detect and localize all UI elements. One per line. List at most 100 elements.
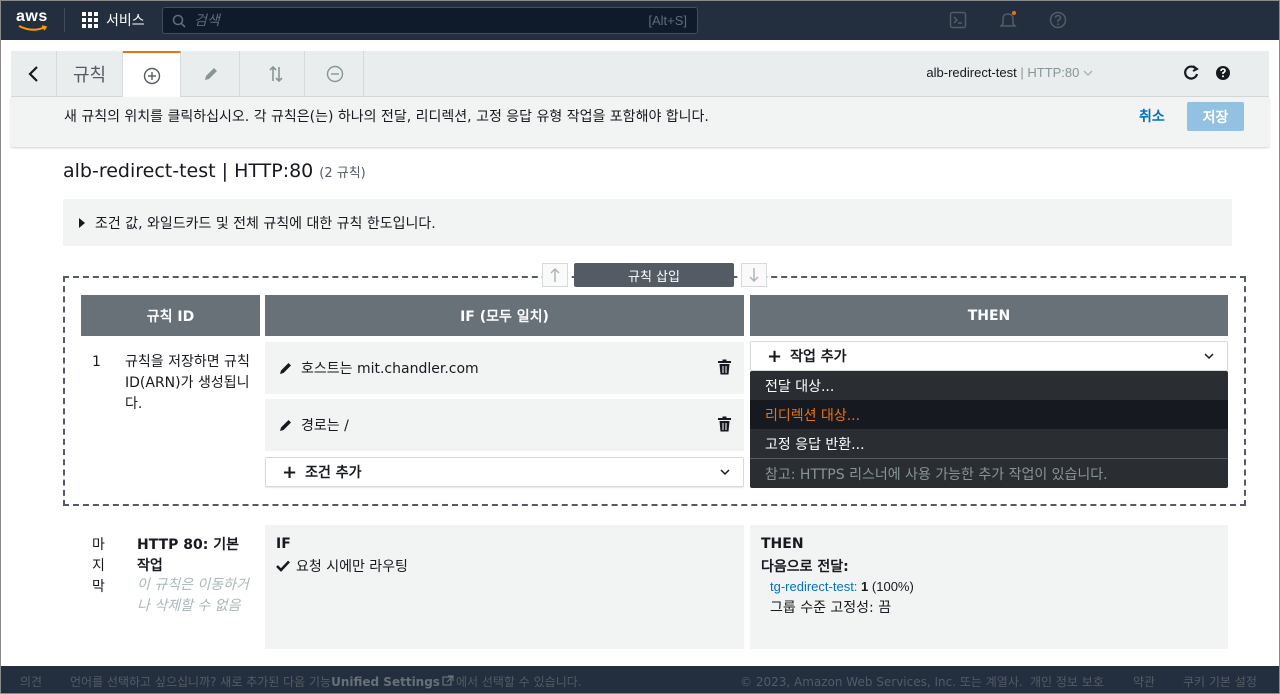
tab-reorder-rules[interactable] <box>247 51 305 97</box>
search-shortcut: [Alt+S] <box>648 13 687 28</box>
add-action-label: 작업 추가 <box>790 349 847 365</box>
rules-toolbar: 규칙 alb-redirect-test | HTTP:80 <box>11 51 1269 98</box>
listener-selector[interactable]: alb-redirect-test | HTTP:80 <box>926 65 1093 80</box>
listener-port: HTTP:80 <box>1027 65 1080 80</box>
cookie-preferences-link[interactable]: 쿠키 기본 설정 <box>1183 673 1257 690</box>
page-title: alb-redirect-test | HTTP:80 (2 규칙) <box>63 160 366 182</box>
language-notice: 언어를 선택하고 싶으십니까? 새로 추가된 다음 기능Unified Sett… <box>70 673 582 690</box>
back-button[interactable] <box>11 51 57 97</box>
routing-condition: 요청 시에만 라우팅 <box>276 556 408 576</box>
copyright-text: © 2023, Amazon Web Services, Inc. 또는 계열사… <box>740 675 1023 689</box>
search-input[interactable] <box>186 12 649 29</box>
add-condition-button[interactable]: + 조건 추가 <box>265 457 744 487</box>
condition-host[interactable]: 호스트는 mit.chandler.com <box>265 342 744 394</box>
add-condition-label: 조건 추가 <box>305 465 362 481</box>
if-header: IF <box>276 536 291 552</box>
rule-limits-expander[interactable]: 조건 값, 와일드카드 및 전체 규칙에 대한 규칙 한도입니다. <box>63 199 1232 246</box>
nav-icon-group <box>944 10 1072 30</box>
unified-settings-link[interactable]: Unified Settings <box>331 675 440 689</box>
add-icon <box>143 67 160 84</box>
cancel-button[interactable]: 취소 <box>1139 106 1165 126</box>
trash-icon[interactable] <box>717 359 732 375</box>
condition-host-text: 호스트는 mit.chandler.com <box>301 361 479 377</box>
menu-item-fixed-response[interactable]: 고정 응답 반환... <box>750 429 1228 458</box>
arrow-up-icon <box>550 267 560 282</box>
search-box[interactable]: [Alt+S] <box>162 7 698 34</box>
forward-label: 다음으로 전달: <box>761 559 849 575</box>
edit-icon[interactable] <box>279 361 293 375</box>
target-weight: 1 <box>861 579 869 594</box>
new-rule-id: 1 <box>92 354 101 370</box>
bell-icon[interactable] <box>994 10 1022 30</box>
chevron-down-icon <box>1204 353 1214 360</box>
language-prompt: 언어를 선택하고 싶으십니까? 새로 추가된 다음 기능 <box>70 675 332 689</box>
terms-link[interactable]: 약관 <box>1133 673 1155 690</box>
grid-icon <box>82 12 98 28</box>
help-circle-icon[interactable] <box>1213 63 1233 83</box>
tab-add-rule[interactable] <box>123 51 181 98</box>
listener-separator: | <box>1020 65 1024 80</box>
target-percent: (100%) <box>871 579 914 594</box>
menu-item-redirect[interactable]: 리디렉션 대상... <box>750 400 1228 429</box>
listener-name: alb-redirect-test <box>926 65 1017 80</box>
plus-icon: + <box>282 461 298 483</box>
aws-logo[interactable]: aws <box>16 6 52 34</box>
rule-count: (2 규칙) <box>319 166 366 181</box>
instruction-bar: 새 규칙의 위치를 클릭하십시오. 각 규칙은(는) 하나의 전달, 리디렉션,… <box>11 97 1269 147</box>
top-navigation: aws 서비스 [Alt+S] <box>0 0 1280 40</box>
default-rule-title: HTTP 80: 기본 작업 <box>137 537 239 574</box>
chevron-down-icon <box>1083 70 1093 76</box>
page-footer: 의견 언어를 선택하고 싶으십니까? 새로 추가된 다음 기능Unified S… <box>0 666 1280 694</box>
insert-below-button[interactable] <box>741 263 767 287</box>
action-dropdown-menu: 전달 대상... 리디렉션 대상... 고정 응답 반환... 참고: HTTP… <box>750 371 1228 488</box>
trash-icon[interactable] <box>717 416 732 432</box>
feedback-link[interactable]: 의견 <box>20 673 42 690</box>
then-header: THEN <box>761 536 804 552</box>
condition-path-text: 경로는 / <box>301 418 349 434</box>
target-group-link[interactable]: tg-redirect-test: <box>770 579 857 594</box>
column-header-rule-id: 규칙 ID <box>81 295 260 336</box>
edit-icon <box>204 68 217 80</box>
menu-note: 참고: HTTPS 리스너에 사용 가능한 추가 작업이 있습니다. <box>765 466 1108 483</box>
cloudshell-icon[interactable] <box>944 10 972 30</box>
menu-item-forward[interactable]: 전달 대상... <box>750 371 1228 400</box>
privacy-link[interactable]: 개인 정보 보호 <box>1030 673 1104 690</box>
refresh-icon[interactable] <box>1181 63 1201 83</box>
help-icon[interactable] <box>1044 10 1072 30</box>
delete-icon <box>326 65 343 83</box>
tab-edit-rules[interactable] <box>182 51 240 97</box>
default-rule-note: 이 규칙은 이동하거나 삭제할 수 없음 <box>137 577 249 614</box>
caret-right-icon <box>79 217 85 228</box>
default-rule-position: 마지막 <box>92 537 105 595</box>
check-icon <box>276 560 290 572</box>
chevron-down-icon <box>720 469 730 476</box>
column-header-then: THEN <box>750 295 1228 336</box>
add-action-button[interactable]: + 작업 추가 <box>750 341 1228 371</box>
chevron-left-icon <box>27 66 38 82</box>
column-header-if: IF (모두 일치) <box>265 295 744 336</box>
default-rule-then-panel: THEN 다음으로 전달: tg-redirect-test: 1 (100%)… <box>750 525 1228 649</box>
routing-condition-text: 요청 시에만 라우팅 <box>296 559 408 575</box>
toolbar-title: 규칙 <box>57 51 123 97</box>
external-link-icon <box>442 675 454 686</box>
instruction-message: 새 규칙의 위치를 클릭하십시오. 각 규칙은(는) 하나의 전달, 리디렉션,… <box>64 109 709 125</box>
search-icon <box>172 14 186 28</box>
language-suffix: 에서 선택할 수 있습니다. <box>455 675 582 689</box>
page-title-text: alb-redirect-test | HTTP:80 <box>63 160 314 182</box>
save-button[interactable]: 저장 <box>1187 102 1244 131</box>
tab-delete-rules[interactable] <box>306 51 364 97</box>
stickiness-text: 그룹 수준 고정성: 끔 <box>770 600 892 616</box>
rule-limits-text: 조건 값, 와일드카드 및 전체 규칙에 대한 규칙 한도입니다. <box>95 215 436 232</box>
reorder-icon <box>268 65 283 83</box>
edit-icon[interactable] <box>279 418 293 432</box>
aws-smile-icon <box>18 25 48 31</box>
default-rule-if-panel: IF 요청 시에만 라우팅 <box>265 525 744 649</box>
insert-above-button[interactable] <box>542 263 568 287</box>
new-rule-note: 규칙을 저장하면 규칙 ID(ARN)가 생성됩니다. <box>125 354 250 412</box>
condition-path[interactable]: 경로는 / <box>265 399 744 451</box>
arrow-down-icon <box>749 268 759 283</box>
services-menu-button[interactable]: 서비스 <box>82 10 145 30</box>
insert-rule-label: 규칙 삽입 <box>574 263 734 287</box>
plus-icon: + <box>767 345 783 367</box>
nav-divider <box>64 8 65 32</box>
